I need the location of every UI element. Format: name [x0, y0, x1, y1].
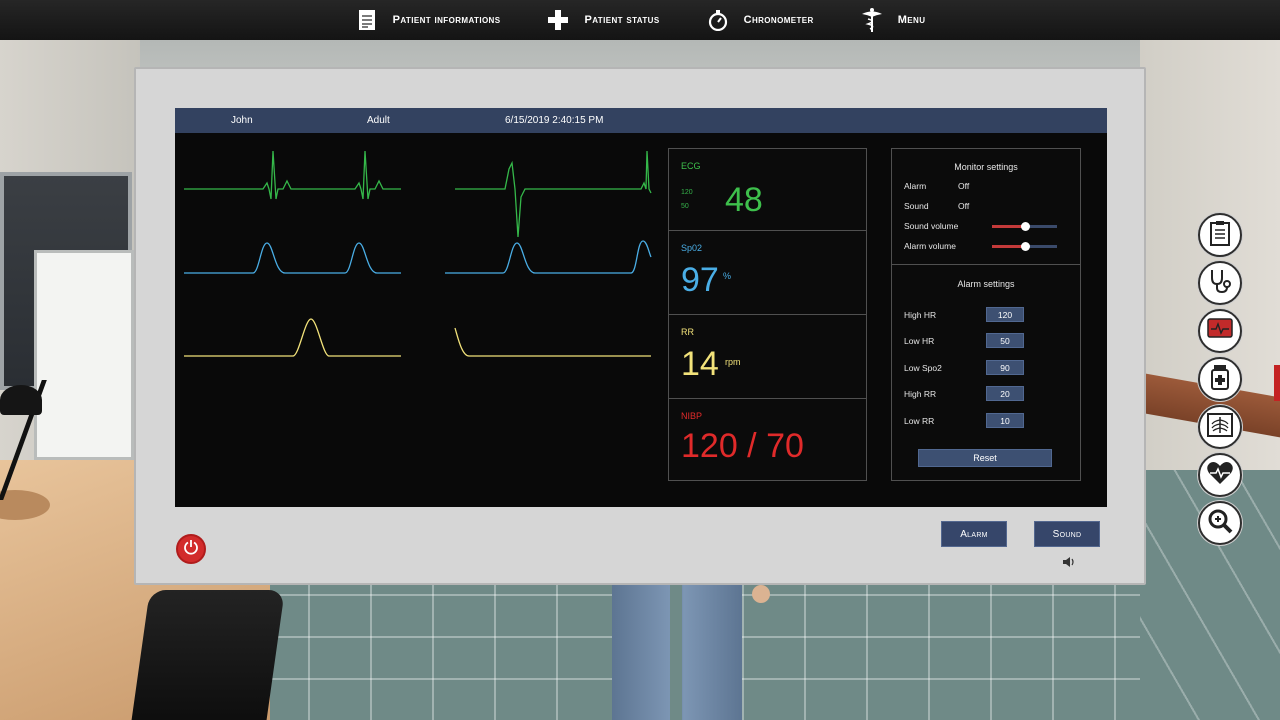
- power-button[interactable]: [176, 534, 206, 564]
- nibp-label: NIBP: [681, 411, 703, 421]
- ecg-panel: ECG 120 50 48: [668, 148, 867, 231]
- clipboard-document-icon: [355, 8, 379, 32]
- tool-heart-rate[interactable]: [1198, 453, 1242, 497]
- monitor-datetime: 6/15/2019 2:40:15 PM: [505, 115, 604, 126]
- alarm-settings-panel: Alarm settings High HR 120 Low HR 50 Low…: [891, 264, 1081, 481]
- spo2-panel: Sp02 97 %: [668, 230, 867, 315]
- rr-waveform-right: [454, 327, 651, 357]
- tool-magnifier[interactable]: [1198, 501, 1242, 545]
- reset-button[interactable]: Reset: [918, 449, 1052, 467]
- rr-value: 14: [681, 345, 719, 383]
- ecg-low-limit: 50: [681, 203, 689, 210]
- top-nav-bar: Patient informations Patient status Chro…: [0, 0, 1280, 40]
- red-tag: [1274, 365, 1280, 401]
- rr-label: RR: [681, 327, 694, 337]
- high-rr-input[interactable]: 20: [986, 386, 1024, 401]
- alarm-setting-label: Alarm: [904, 181, 927, 191]
- spo2-waveform-right: [445, 240, 652, 274]
- sound-setting-label: Sound: [904, 201, 929, 211]
- sound-volume-label: Sound volume: [904, 221, 959, 231]
- nav-patient-informations[interactable]: Patient informations: [355, 8, 501, 32]
- spo2-waveform-left: [184, 242, 401, 274]
- ecg-waveform-right: [455, 150, 652, 238]
- patient-monitor: John Adult 6/15/2019 2:40:15 PM ECG 120 …: [134, 67, 1146, 585]
- medical-cross-icon: [546, 8, 570, 32]
- alarm-volume-handle[interactable]: [1020, 242, 1030, 251]
- high-hr-input[interactable]: 120: [986, 307, 1024, 322]
- monitor-settings-panel: Monitor settings Alarm Off Sound Off Sou…: [891, 148, 1081, 265]
- spo2-unit: %: [723, 271, 732, 281]
- nibp-value: 120 / 70: [681, 427, 804, 465]
- stopwatch-icon: [706, 8, 730, 32]
- magnifier-icon: [1207, 508, 1233, 539]
- tool-xray[interactable]: [1198, 405, 1242, 449]
- low-hr-input[interactable]: 50: [986, 333, 1024, 348]
- low-rr-input[interactable]: 10: [986, 413, 1024, 428]
- monitor-settings-title: Monitor settings: [954, 162, 1018, 172]
- low-hr-label: Low HR: [904, 336, 935, 346]
- power-icon: [183, 539, 199, 560]
- nav-label: Patient informations: [392, 14, 501, 26]
- tool-stethoscope[interactable]: [1198, 261, 1242, 305]
- low-rr-label: Low RR: [904, 416, 935, 426]
- clipboard-icon: [1209, 220, 1231, 251]
- monitor-header: John Adult 6/15/2019 2:40:15 PM: [175, 108, 1107, 133]
- ecg-label: ECG: [681, 161, 701, 171]
- alarm-volume-fill: [992, 245, 1025, 248]
- rr-waveform-left: [184, 318, 401, 357]
- patient-hand: [752, 585, 770, 603]
- spo2-label: Sp02: [681, 243, 703, 253]
- high-rr-label: High RR: [904, 389, 937, 399]
- nav-chronometer[interactable]: Chronometer: [706, 8, 814, 32]
- low-spo2-input[interactable]: 90: [986, 360, 1024, 375]
- monitor-icon: [1207, 317, 1233, 345]
- heart-rate-icon: [1206, 461, 1234, 490]
- nav-label: Menu: [897, 14, 926, 26]
- rr-unit: rpm: [725, 357, 741, 367]
- sound-volume-fill: [992, 225, 1025, 228]
- sound-volume-slider[interactable]: [992, 222, 1057, 231]
- sound-volume-handle[interactable]: [1020, 222, 1030, 231]
- nav-label: Chronometer: [743, 14, 814, 26]
- high-hr-label: High HR: [904, 310, 937, 320]
- nav-label: Patient status: [584, 14, 660, 26]
- ecg-high-limit: 120: [681, 189, 693, 196]
- low-spo2-label: Low Spo2: [904, 363, 942, 373]
- ecg-waveform-left: [184, 150, 401, 200]
- alarm-setting-value[interactable]: Off: [958, 181, 969, 191]
- patient-name: John: [231, 115, 253, 126]
- nav-menu[interactable]: Menu: [860, 8, 926, 32]
- spo2-value: 97: [681, 261, 719, 299]
- chair: [130, 590, 285, 720]
- waveform-area: [184, 150, 652, 357]
- sound-button[interactable]: Sound: [1034, 521, 1100, 547]
- monitor-screen: John Adult 6/15/2019 2:40:15 PM ECG 120 …: [175, 108, 1107, 507]
- sound-setting-value[interactable]: Off: [958, 201, 969, 211]
- patient-age-group: Adult: [367, 115, 390, 126]
- nav-patient-status[interactable]: Patient status: [546, 8, 659, 32]
- alarm-settings-title: Alarm settings: [957, 279, 1015, 289]
- desk-lamp: [0, 385, 42, 415]
- tool-clipboard[interactable]: [1198, 213, 1242, 257]
- speaker-icon: [1062, 555, 1076, 567]
- tool-monitor[interactable]: [1198, 309, 1242, 353]
- nibp-panel: NIBP 120 / 70: [668, 398, 867, 481]
- caduceus-icon: [860, 8, 884, 32]
- ecg-value: 48: [725, 181, 763, 219]
- leg-gap: [670, 585, 682, 720]
- alarm-volume-label: Alarm volume: [904, 241, 956, 251]
- alarm-volume-slider[interactable]: [992, 242, 1057, 251]
- medicine-bottle-icon: [1210, 364, 1230, 395]
- stethoscope-icon: [1207, 268, 1233, 299]
- alarm-button[interactable]: Alarm: [941, 521, 1007, 547]
- rr-panel: RR 14 rpm: [668, 314, 867, 399]
- tool-medicine[interactable]: [1198, 357, 1242, 401]
- xray-icon: [1207, 412, 1233, 442]
